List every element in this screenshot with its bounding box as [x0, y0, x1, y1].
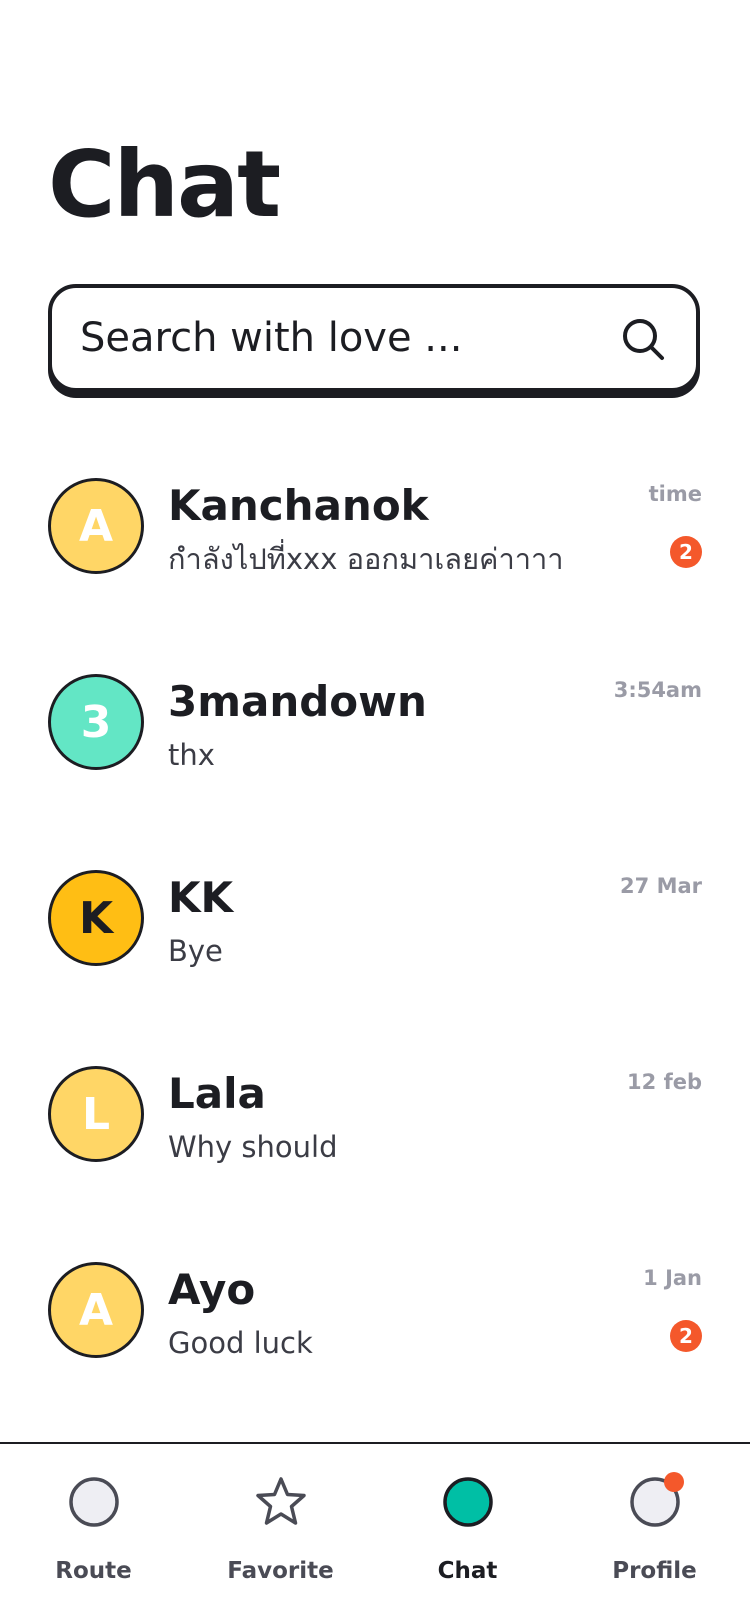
message-preview: thx: [168, 738, 215, 772]
chat-name: KK: [168, 873, 234, 922]
tab-route[interactable]: Route: [0, 1444, 187, 1624]
chat-row[interactable]: A Ayo Good luck 1 Jan 2: [0, 1242, 750, 1438]
message-preview: Bye: [168, 934, 223, 968]
search-bar[interactable]: [48, 284, 700, 392]
search-input[interactable]: [80, 288, 620, 388]
avatar: 3: [48, 674, 144, 770]
chat-list: A Kanchanok กำลังไปที่xxx ออกมาเลยค่าาาา…: [0, 458, 750, 1438]
avatar: L: [48, 1066, 144, 1162]
chat-name: Kanchanok: [168, 481, 429, 530]
bottom-tab-bar: Route Favorite Chat Profile: [0, 1442, 750, 1624]
avatar: A: [48, 478, 144, 574]
tab-favorite[interactable]: Favorite: [187, 1444, 374, 1624]
circle-icon: [68, 1477, 119, 1527]
avatar: K: [48, 870, 144, 966]
chat-row[interactable]: K KK Bye 27 Mar: [0, 850, 750, 1046]
chat-name: Ayo: [168, 1265, 256, 1314]
tab-label: Route: [55, 1558, 132, 1584]
message-time: 1 Jan: [643, 1266, 702, 1290]
message-preview: Good luck: [168, 1326, 313, 1360]
avatar: A: [48, 1262, 144, 1358]
notification-dot: [663, 1472, 684, 1492]
unread-badge: 2: [670, 1320, 702, 1352]
tab-chat[interactable]: Chat: [374, 1444, 561, 1624]
message-time: time: [648, 482, 702, 506]
tab-label: Profile: [612, 1558, 697, 1584]
chat-row[interactable]: A Kanchanok กำลังไปที่xxx ออกมาเลยค่าาาา…: [0, 458, 750, 654]
page-title: Chat: [48, 131, 281, 238]
tab-label: Chat: [437, 1558, 498, 1584]
chat-row[interactable]: L Lala Why should 12 feb: [0, 1046, 750, 1242]
search-icon[interactable]: [620, 316, 666, 362]
chat-row[interactable]: 3 3mandown thx 3:54am: [0, 654, 750, 850]
unread-badge: 2: [670, 536, 702, 568]
profile-icon: [629, 1472, 684, 1527]
star-icon: [255, 1477, 306, 1525]
message-time: 27 Mar: [620, 874, 702, 898]
tab-label: Favorite: [227, 1558, 334, 1584]
message-time: 3:54am: [613, 678, 702, 702]
chat-name: 3mandown: [168, 677, 427, 726]
message-time: 12 feb: [627, 1070, 702, 1094]
chat-name: Lala: [168, 1069, 266, 1118]
chat-icon: [442, 1477, 493, 1527]
message-preview: Why should: [168, 1130, 338, 1164]
tab-profile[interactable]: Profile: [561, 1444, 748, 1624]
message-preview: กำลังไปที่xxx ออกมาเลยค่าาาา: [168, 542, 564, 576]
